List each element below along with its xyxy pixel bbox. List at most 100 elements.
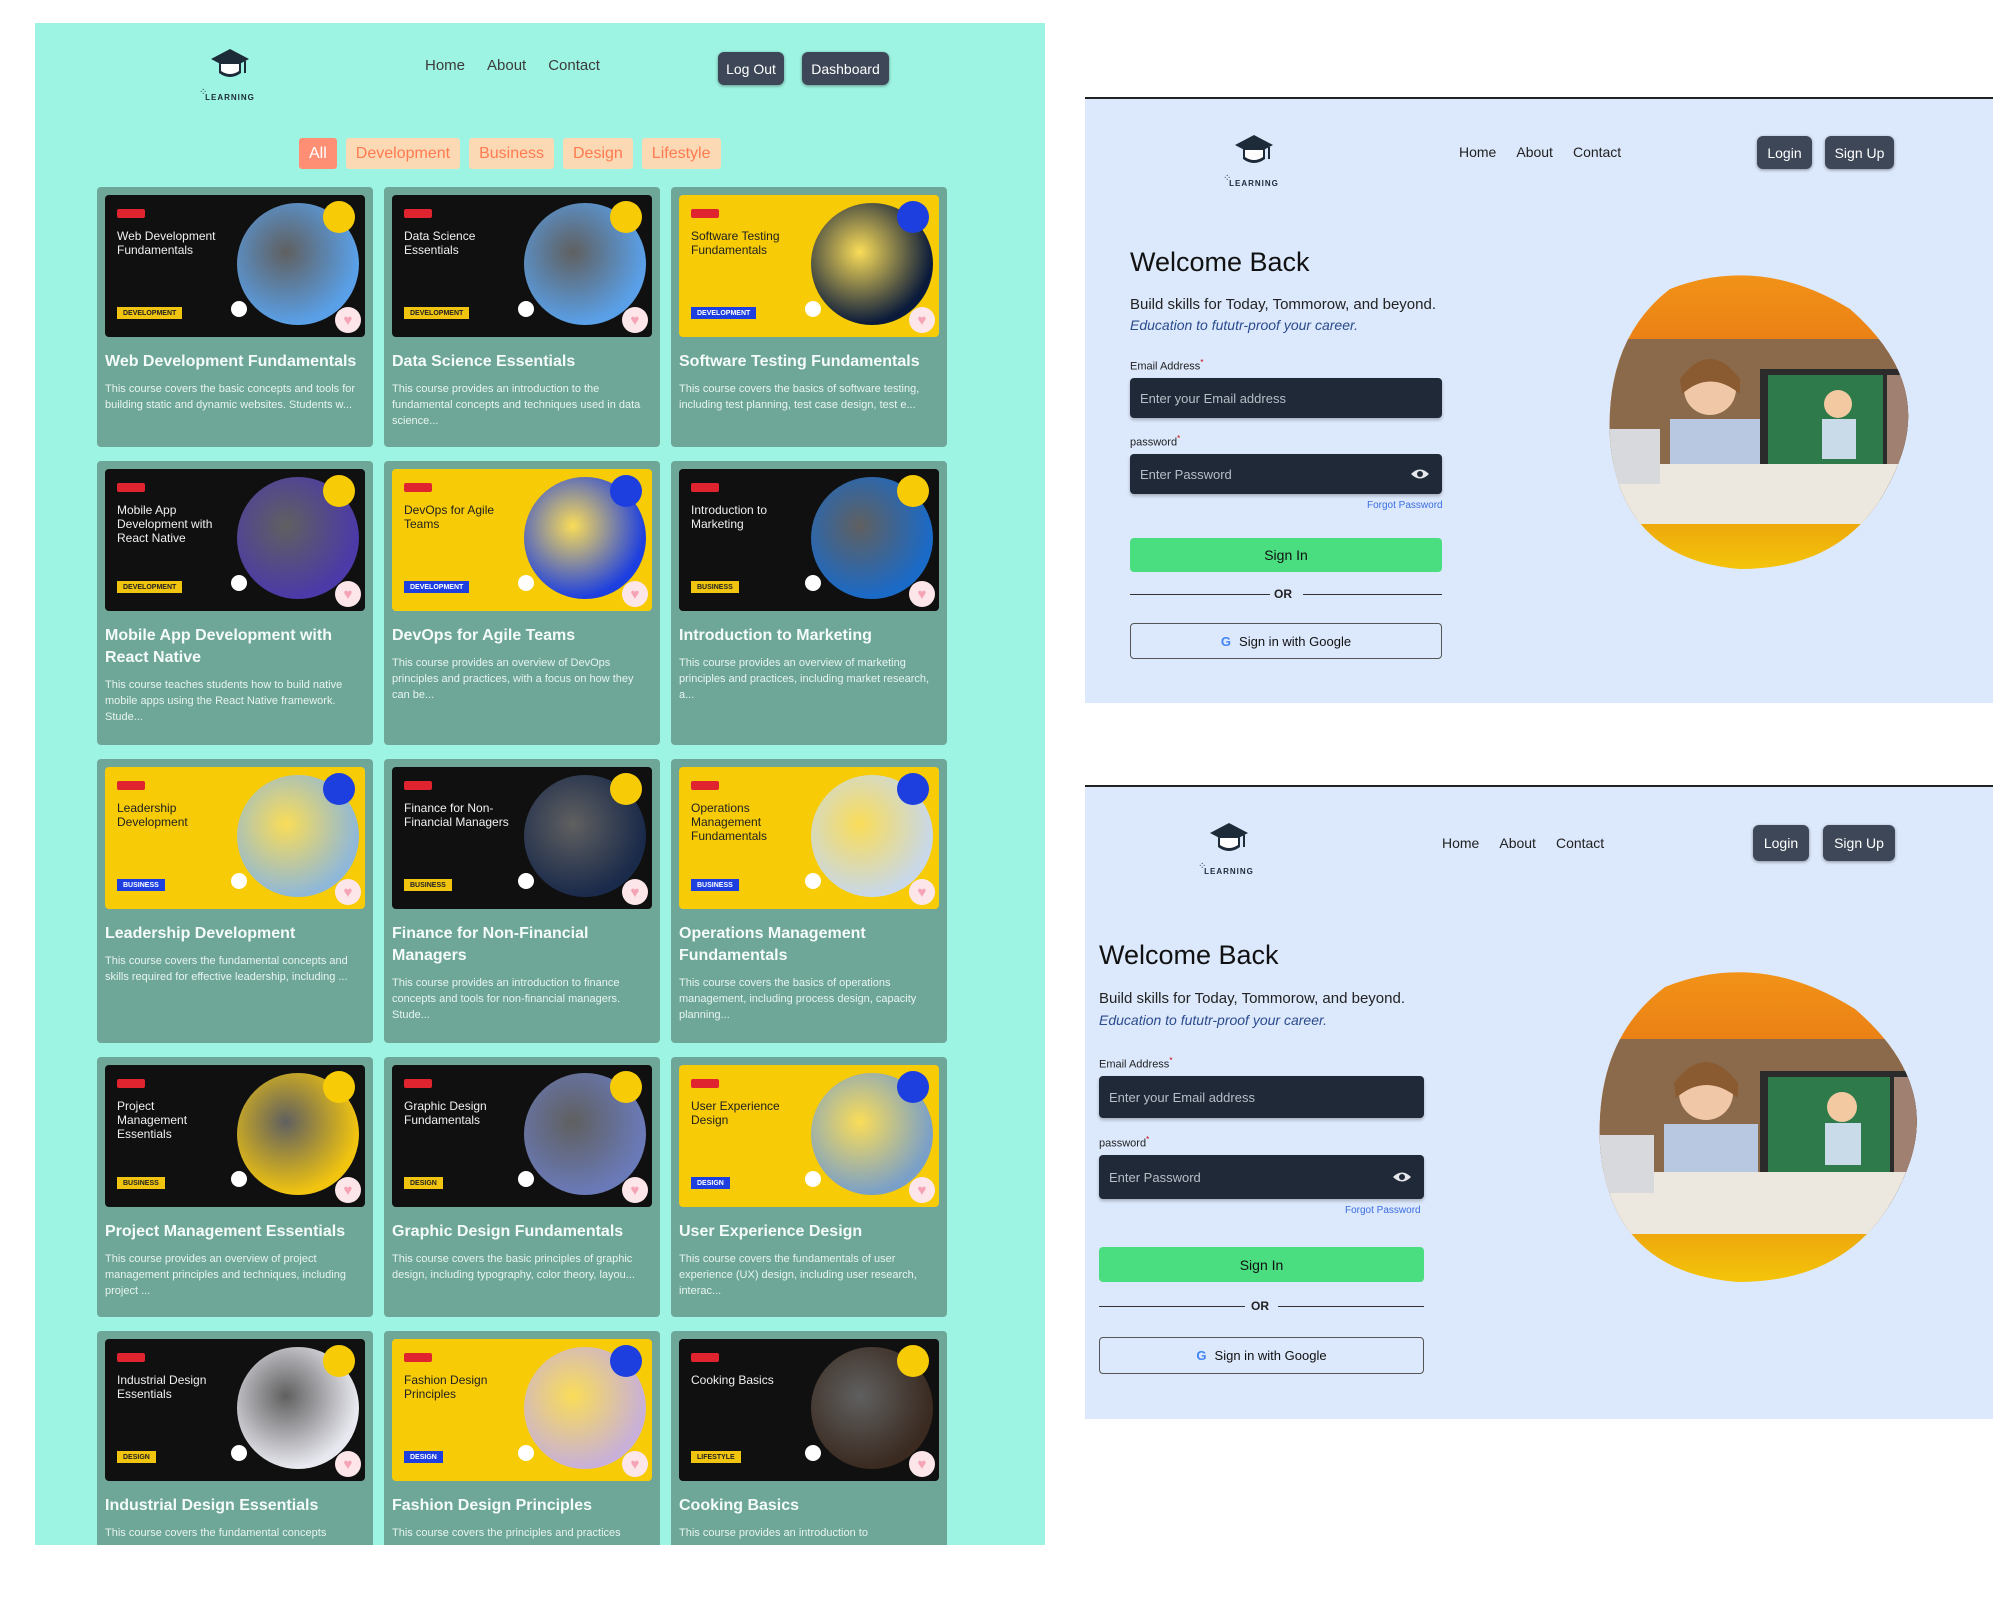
course-card[interactable]: Cooking Basics LIFESTYLE ♥ Cooking Basics Th… [671, 1331, 947, 1545]
course-card[interactable]: Leadership Development BUSINESS ♥ Leadershi… [97, 759, 373, 1043]
course-description: This course covers the principles and pr… [392, 1527, 621, 1539]
thumbnail-title: Cooking Basics [691, 1373, 774, 1387]
course-card[interactable]: Mobile App Development with React Native… [97, 461, 373, 745]
filter-lifestyle[interactable]: Lifestyle [641, 138, 721, 169]
live-badge [117, 1079, 145, 1088]
course-card[interactable]: Web Development Fundamentals DEVELOPMENT ♥… [97, 187, 373, 447]
password-field[interactable]: Enter Password [1130, 454, 1442, 494]
login-page-preview-2: ⁘ LEARNING Home About Contact Login Sign… [1085, 785, 1993, 1419]
decor-dot [805, 873, 821, 889]
nav-contact[interactable]: Contact [1556, 835, 1604, 851]
heart-icon[interactable]: ♥ [622, 1451, 648, 1477]
elearning-logo[interactable]: ⁘ LEARNING [1219, 127, 1289, 197]
signup-button[interactable]: Sign Up [1825, 136, 1894, 169]
category-tag: DEVELOPMENT [117, 307, 183, 319]
thumbnail-title: Leadership Development [117, 801, 188, 829]
email-field[interactable]: Enter your Email address [1130, 378, 1442, 418]
course-thumbnail: Finance for Non-Financial Managers BUSINE… [392, 767, 652, 909]
nav-home[interactable]: Home [425, 57, 465, 74]
heart-icon[interactable]: ♥ [909, 307, 935, 333]
login-button[interactable]: Login [1757, 136, 1812, 169]
heart-icon[interactable]: ♥ [909, 1177, 935, 1203]
eye-icon[interactable] [1392, 1171, 1412, 1183]
heart-icon[interactable]: ♥ [622, 581, 648, 607]
divider-right [1303, 594, 1442, 595]
thumbnail-title: Operations Management Fundamentals [691, 801, 768, 843]
course-thumbnail: Cooking Basics LIFESTYLE ♥ [679, 1339, 939, 1481]
heart-icon[interactable]: ♥ [622, 879, 648, 905]
course-card[interactable]: Software Testing Fundamentals DEVELOPMENT… [671, 187, 947, 447]
accent-dot [323, 773, 355, 805]
heart-icon[interactable]: ♥ [335, 879, 361, 905]
signin-button[interactable]: Sign In [1099, 1247, 1424, 1282]
catalog-navbar: ⁘ LEARNING Home About Contact Log Out Da… [35, 23, 1045, 133]
welcome-heading: Welcome Back [1130, 247, 1310, 277]
course-card[interactable]: Operations Management Fundamentals BUSINE… [671, 759, 947, 1043]
heart-icon[interactable]: ♥ [622, 307, 648, 333]
dashboard-button[interactable]: Dashboard [802, 52, 889, 85]
heart-icon[interactable]: ♥ [335, 581, 361, 607]
course-card[interactable]: Industrial Design Essentials DESIGN ♥ Indus… [97, 1331, 373, 1545]
live-badge [691, 1353, 719, 1362]
divider-right [1278, 1306, 1424, 1307]
heart-icon[interactable]: ♥ [335, 1451, 361, 1477]
decor-dot [518, 873, 534, 889]
signup-button[interactable]: Sign Up [1823, 825, 1895, 861]
filter-development[interactable]: Development [345, 138, 461, 169]
elearning-logo[interactable]: ⁘ LEARNING [195, 41, 265, 111]
course-card[interactable]: User Experience Design DESIGN ♥ User Experi… [671, 1057, 947, 1317]
eye-icon[interactable] [1410, 468, 1430, 480]
course-card[interactable]: Project Management Essentials BUSINESS ♥ Pr… [97, 1057, 373, 1317]
signin-button[interactable]: Sign In [1130, 538, 1442, 572]
nav-home[interactable]: Home [1442, 835, 1479, 851]
course-description: This course covers the fundamentals of u… [679, 1253, 917, 1297]
password-field[interactable]: Enter Password [1099, 1155, 1424, 1199]
heart-icon[interactable]: ♥ [909, 581, 935, 607]
decor-dot [231, 1445, 247, 1461]
nav-contact[interactable]: Contact [1573, 144, 1621, 160]
forgot-password-link[interactable]: Forgot Password [1345, 1205, 1421, 1216]
decor-dot [231, 873, 247, 889]
google-signin-button[interactable]: G Sign in with Google [1130, 623, 1442, 659]
logout-button[interactable]: Log Out [718, 52, 784, 85]
course-card[interactable]: DevOps for Agile Teams DEVELOPMENT ♥ DevOps… [384, 461, 660, 745]
nav-home[interactable]: Home [1459, 144, 1496, 160]
course-title: Mobile App Development with React Native [105, 627, 332, 666]
course-card[interactable]: Finance for Non-Financial Managers BUSINE… [384, 759, 660, 1043]
email-field[interactable]: Enter your Email address [1099, 1076, 1424, 1118]
nav-about[interactable]: About [487, 57, 526, 74]
thumbnail-title: Graphic Design Fundamentals [404, 1099, 487, 1127]
heart-icon[interactable]: ♥ [622, 1177, 648, 1203]
filter-design[interactable]: Design [562, 138, 633, 169]
tagline: Build skills for Today, Tommorow, and be… [1130, 296, 1436, 313]
course-catalog-page: ⁘ LEARNING Home About Contact Log Out Da… [35, 23, 1045, 1545]
heart-icon[interactable]: ♥ [909, 879, 935, 905]
heart-icon[interactable]: ♥ [335, 1177, 361, 1203]
nav-contact[interactable]: Contact [548, 57, 600, 74]
heart-icon[interactable]: ♥ [335, 307, 361, 333]
decor-dot [805, 575, 821, 591]
live-badge [691, 1079, 719, 1088]
heart-icon[interactable]: ♥ [909, 1451, 935, 1477]
course-title: Cooking Basics [679, 1497, 800, 1514]
filter-all[interactable]: All [299, 138, 337, 169]
decor-dot [518, 1445, 534, 1461]
elearning-logo[interactable]: ⁘ LEARNING [1194, 815, 1264, 885]
filter-business[interactable]: Business [469, 138, 554, 169]
category-filter-bar: All Development Business Design Lifestyl… [299, 138, 721, 169]
thumbnail-title: User Experience Design [691, 1099, 780, 1127]
course-card[interactable]: Graphic Design Fundamentals DESIGN ♥ Graphi… [384, 1057, 660, 1317]
google-signin-button[interactable]: G Sign in with Google [1099, 1337, 1424, 1374]
forgot-password-link[interactable]: Forgot Password [1367, 500, 1443, 511]
nav-about[interactable]: About [1499, 835, 1536, 851]
course-card[interactable]: Introduction to Marketing BUSINESS ♥ Introd… [671, 461, 947, 745]
course-title: Finance for Non-Financial Managers [392, 925, 589, 964]
course-thumbnail: Software Testing Fundamentals DEVELOPMENT… [679, 195, 939, 337]
thumbnail-title: Finance for Non-Financial Managers [404, 801, 509, 829]
course-card[interactable]: Fashion Design Principles DESIGN ♥ Fashion … [384, 1331, 660, 1545]
accent-dot [323, 1345, 355, 1377]
login-button[interactable]: Login [1753, 825, 1809, 861]
nav-about[interactable]: About [1516, 144, 1553, 160]
logo-wordmark: LEARNING [205, 93, 255, 102]
course-card[interactable]: Data Science Essentials DEVELOPMENT ♥ Data … [384, 187, 660, 447]
